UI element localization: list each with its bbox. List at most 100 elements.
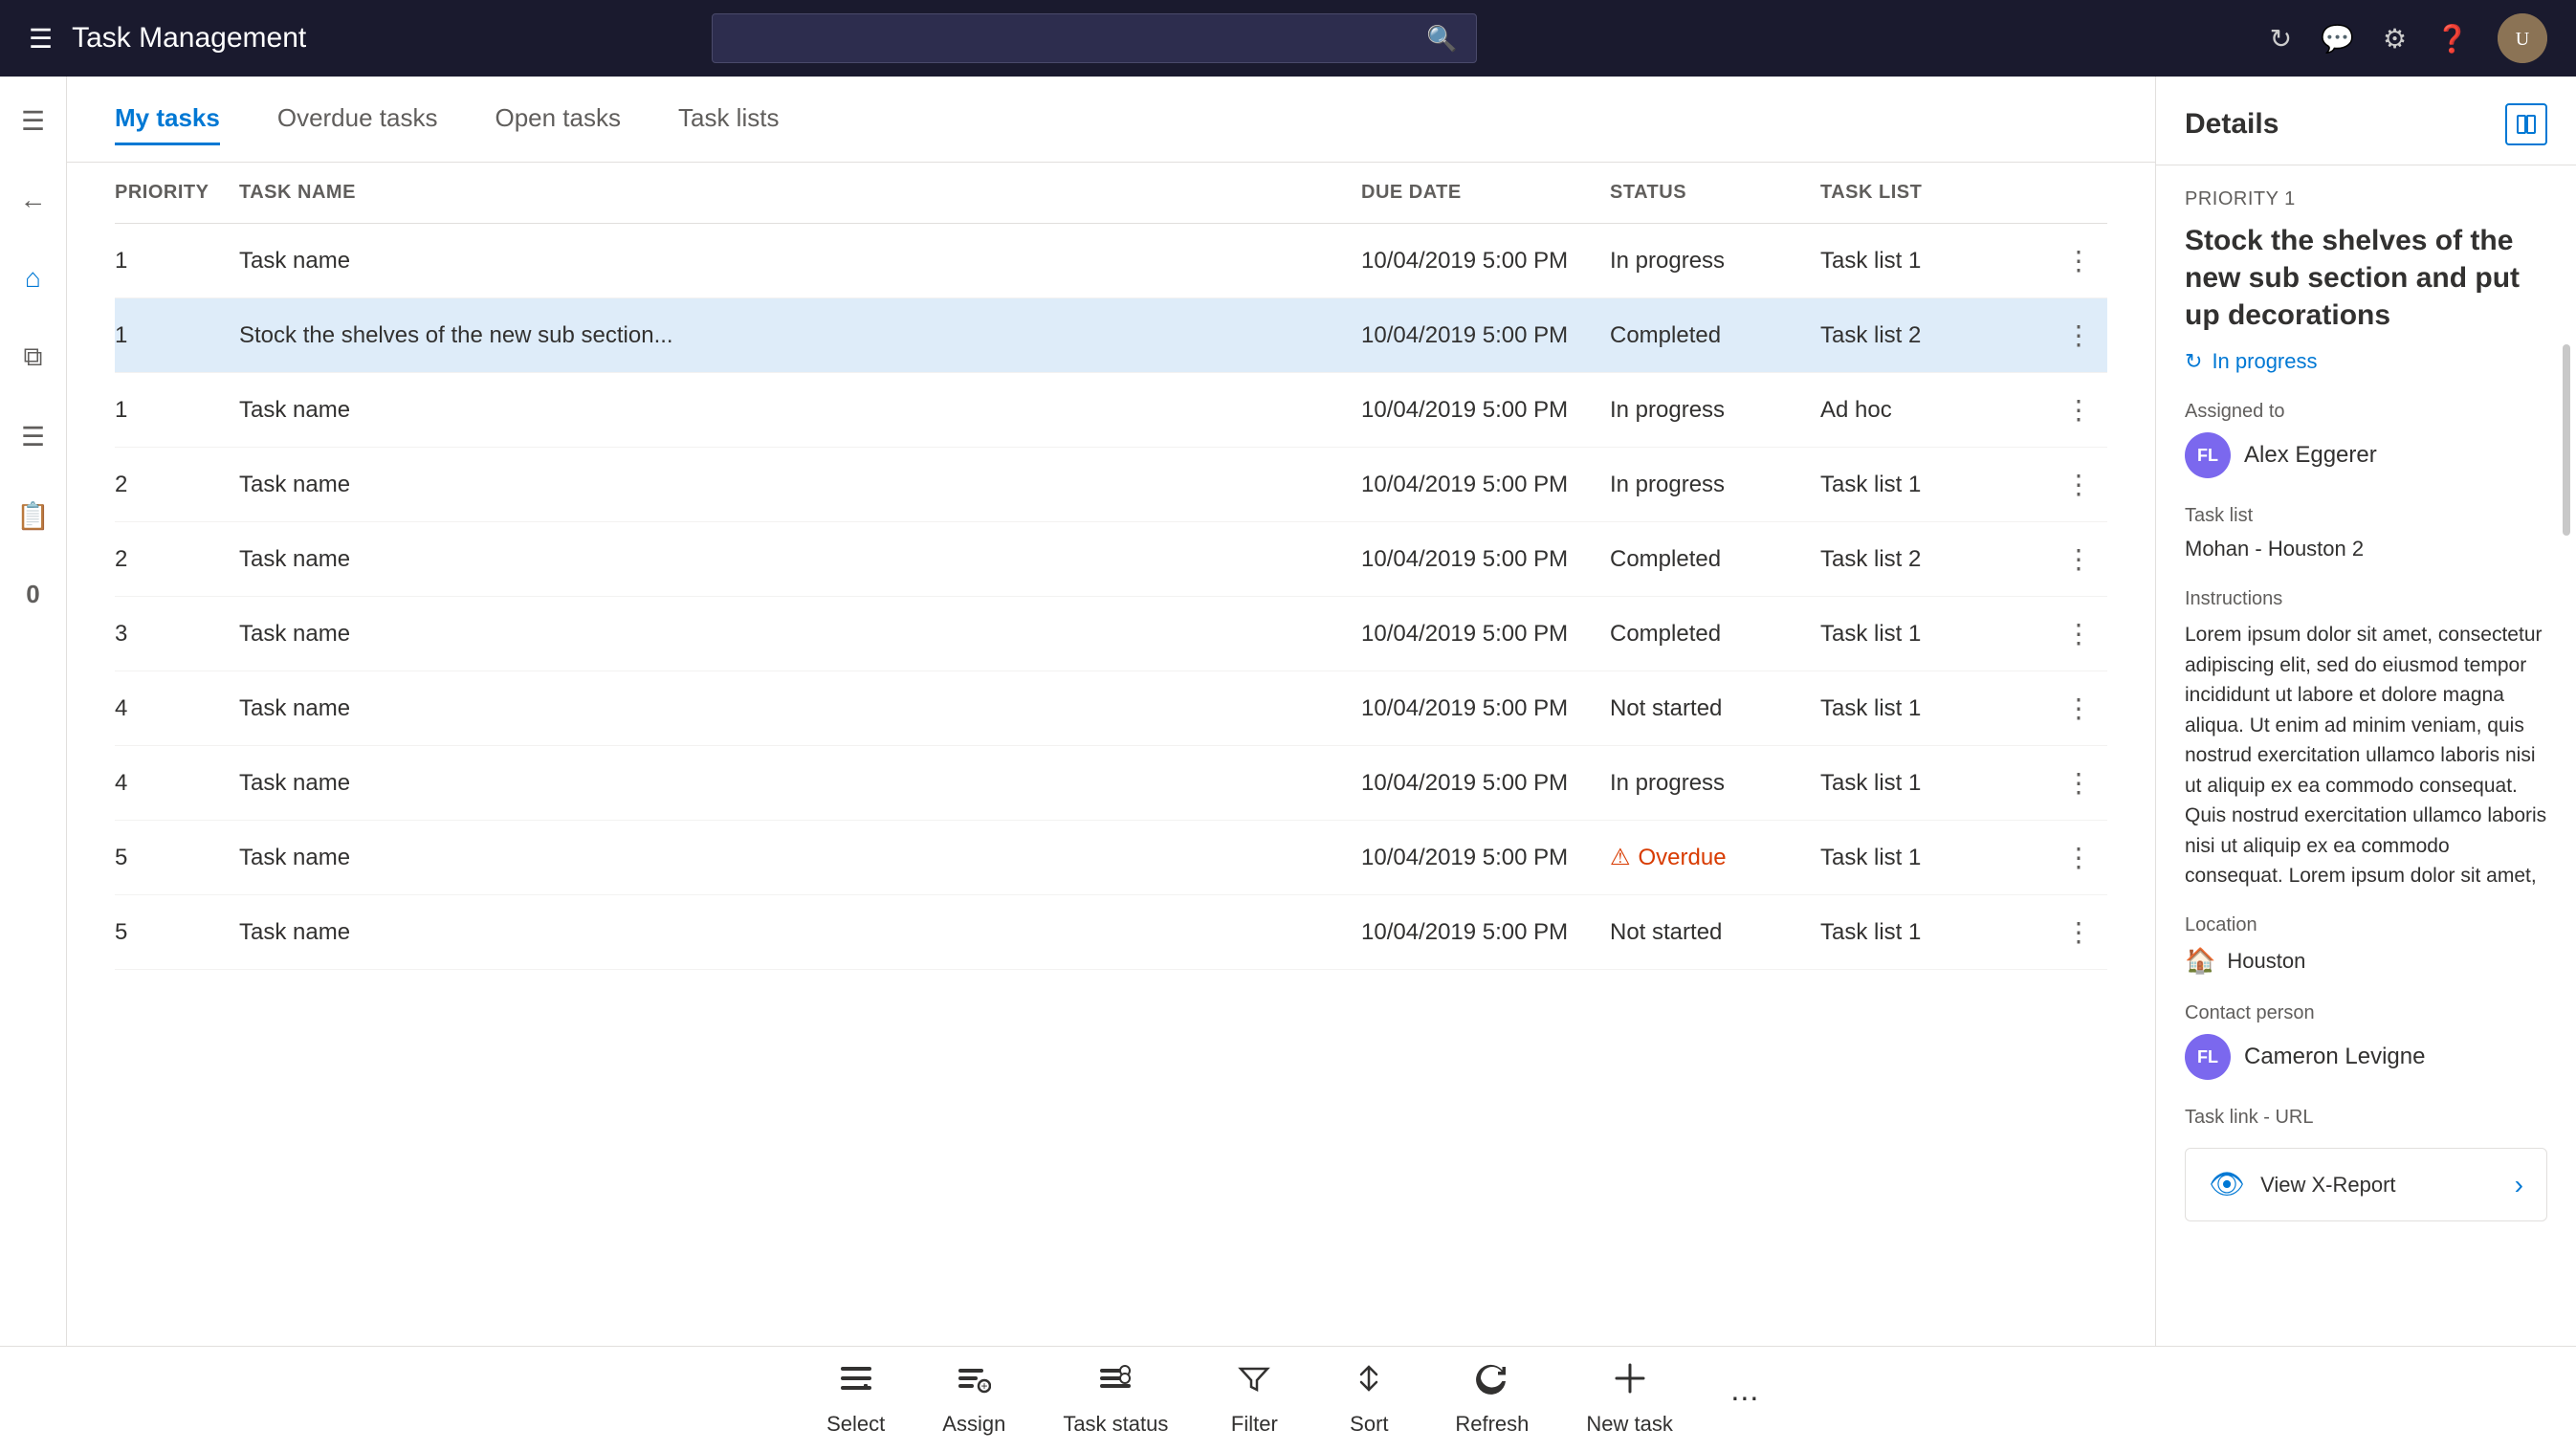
col-status: Status — [1610, 182, 1820, 204]
detail-assignee: FL Alex Eggerer — [2185, 432, 2547, 478]
task-name-cell: Task name — [239, 397, 1361, 424]
scrollbar-thumb[interactable] — [2563, 344, 2570, 536]
row-more-button[interactable]: ⋮ — [2050, 618, 2107, 649]
row-more-button[interactable]: ⋮ — [2050, 693, 2107, 724]
detail-status-icon: ↻ — [2185, 349, 2202, 374]
report-icon: 👁 — [2209, 1168, 2245, 1201]
table-row[interactable]: 4 Task name 10/04/2019 5:00 PM Not start… — [115, 671, 2107, 746]
status-text: Completed — [1610, 546, 1721, 572]
tab-my-tasks[interactable]: My tasks — [115, 94, 220, 145]
sidebar-apps-icon[interactable]: ⧉ — [14, 332, 53, 383]
detail-priority-label: Priority 1 — [2185, 188, 2547, 210]
sidebar-menu-icon[interactable]: ☰ — [11, 96, 55, 146]
due-date-cell: 10/04/2019 5:00 PM — [1361, 546, 1610, 573]
col-task-name: Task Name — [239, 182, 1361, 204]
table-header: Priority Task Name Due Date Status Task … — [115, 163, 2107, 224]
detail-location: 🏠 Houston — [2185, 946, 2547, 976]
row-more-button[interactable]: ⋮ — [2050, 842, 2107, 873]
task-name-cell: Task name — [239, 770, 1361, 797]
assignee-initials: FL — [2197, 446, 2218, 466]
location-value: Houston — [2227, 949, 2305, 974]
location-icon: 🏠 — [2185, 946, 2215, 976]
table-row[interactable]: 1 Stock the shelves of the new sub secti… — [115, 298, 2107, 373]
status-text: Completed — [1610, 621, 1721, 647]
table-row[interactable]: 1 Task name 10/04/2019 5:00 PM In progre… — [115, 373, 2107, 448]
chevron-right-icon: › — [2515, 1170, 2523, 1200]
tab-open-tasks[interactable]: Open tasks — [495, 94, 621, 145]
row-more-button[interactable]: ⋮ — [2050, 543, 2107, 575]
sidebar-home-icon[interactable]: ⌂ — [15, 253, 51, 303]
table-row[interactable]: 3 Task name 10/04/2019 5:00 PM Completed… — [115, 597, 2107, 671]
sidebar-back-icon[interactable]: ← — [11, 175, 56, 225]
search-box[interactable]: 🔍 — [712, 13, 1477, 63]
help-icon[interactable]: ❓ — [2435, 23, 2469, 55]
row-more-button[interactable]: ⋮ — [2050, 916, 2107, 948]
status-cell: Not started — [1610, 695, 1820, 722]
sidebar-list-icon[interactable]: ☰ — [11, 411, 55, 462]
refresh-topbar-icon[interactable]: ↻ — [2270, 23, 2292, 55]
task-list-cell: Task list 1 — [1820, 695, 2050, 722]
row-more-button[interactable]: ⋮ — [2050, 319, 2107, 351]
sort-icon — [1352, 1361, 1386, 1404]
detail-status-label: In progress — [2212, 349, 2317, 374]
status-cell: In progress — [1610, 397, 1820, 424]
table-row[interactable]: 1 Task name 10/04/2019 5:00 PM In progre… — [115, 224, 2107, 298]
gear-icon[interactable]: ⚙ — [2383, 23, 2407, 55]
search-input[interactable] — [732, 25, 1426, 52]
task-list-cell: Task list 1 — [1820, 770, 2050, 797]
search-icon: 🔍 — [1426, 24, 1457, 54]
view-report-left: 👁 View X-Report — [2209, 1168, 2396, 1201]
col-due-date: Due Date — [1361, 182, 1610, 204]
row-more-button[interactable]: ⋮ — [2050, 394, 2107, 426]
task-list-cell: Task list 1 — [1820, 472, 2050, 498]
assign-icon: + — [957, 1361, 991, 1404]
due-date-cell: 10/04/2019 5:00 PM — [1361, 248, 1610, 275]
status-text: In progress — [1610, 770, 1725, 796]
toolbar-filter[interactable]: Filter — [1197, 1352, 1311, 1446]
row-more-button[interactable]: ⋮ — [2050, 245, 2107, 276]
table-row[interactable]: 5 Task name 10/04/2019 5:00 PM ⚠Overdue … — [115, 821, 2107, 895]
main-layout: ☰ ← ⌂ ⧉ ☰ 📋 0 My tasks Overdue tasks Ope… — [0, 77, 2576, 1346]
detail-instructions-text: Lorem ipsum dolor sit amet, consectetur … — [2185, 620, 2547, 888]
toolbar-new-task[interactable]: New task — [1557, 1352, 1701, 1446]
hamburger-icon[interactable]: ☰ — [29, 23, 53, 55]
toolbar-select[interactable]: Select — [798, 1352, 914, 1446]
task-list-cell: Task list 2 — [1820, 322, 2050, 349]
toolbar-task-status[interactable]: Task status — [1034, 1352, 1197, 1446]
status-text: Not started — [1610, 919, 1722, 945]
status-cell: In progress — [1610, 770, 1820, 797]
priority-cell: 5 — [115, 919, 239, 946]
status-cell: In progress — [1610, 472, 1820, 498]
row-more-button[interactable]: ⋮ — [2050, 767, 2107, 799]
status-cell: ⚠Overdue — [1610, 844, 1820, 871]
toolbar-sort[interactable]: Sort — [1311, 1352, 1426, 1446]
due-date-cell: 10/04/2019 5:00 PM — [1361, 845, 1610, 871]
tab-task-lists[interactable]: Task lists — [678, 94, 779, 145]
assign-label: Assign — [942, 1412, 1005, 1437]
task-name-cell: Stock the shelves of the new sub section… — [239, 322, 1361, 349]
col-more — [2050, 182, 2107, 204]
due-date-cell: 10/04/2019 5:00 PM — [1361, 770, 1610, 797]
toolbar-assign[interactable]: + Assign — [914, 1352, 1034, 1446]
table-row[interactable]: 4 Task name 10/04/2019 5:00 PM In progre… — [115, 746, 2107, 821]
table-row[interactable]: 5 Task name 10/04/2019 5:00 PM Not start… — [115, 895, 2107, 970]
sidebar-clipboard-icon[interactable]: 📋 — [7, 491, 59, 541]
chat-icon[interactable]: 💬 — [2321, 23, 2354, 55]
view-report-button[interactable]: 👁 View X-Report › — [2185, 1148, 2547, 1221]
detail-instructions-label: Instructions — [2185, 588, 2547, 610]
toolbar-more-button[interactable]: ⋯ — [1711, 1373, 1778, 1425]
table-row[interactable]: 2 Task name 10/04/2019 5:00 PM In progre… — [115, 448, 2107, 522]
priority-cell: 5 — [115, 845, 239, 871]
detail-status: ↻ In progress — [2185, 349, 2547, 374]
table-row[interactable]: 2 Task name 10/04/2019 5:00 PM Completed… — [115, 522, 2107, 597]
toolbar-refresh[interactable]: Refresh — [1426, 1352, 1557, 1446]
tab-overdue-tasks[interactable]: Overdue tasks — [277, 94, 438, 145]
svg-text:U: U — [2516, 29, 2530, 50]
task-name-cell: Task name — [239, 472, 1361, 498]
due-date-cell: 10/04/2019 5:00 PM — [1361, 621, 1610, 648]
row-more-button[interactable]: ⋮ — [2050, 469, 2107, 500]
priority-cell: 4 — [115, 695, 239, 722]
priority-cell: 1 — [115, 397, 239, 424]
details-collapse-button[interactable] — [2505, 103, 2547, 145]
avatar[interactable]: U — [2498, 13, 2547, 63]
